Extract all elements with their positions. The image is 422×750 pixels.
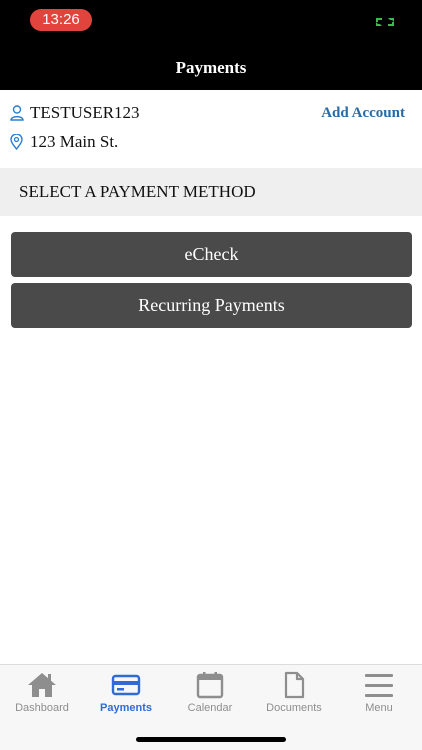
account-user-row: TESTUSER123 [10, 103, 140, 123]
tab-dashboard[interactable]: Dashboard [0, 671, 84, 725]
echeck-button[interactable]: eCheck [11, 232, 412, 277]
navigation-bar: Payments [0, 46, 422, 90]
tab-dashboard-label: Dashboard [15, 702, 69, 714]
section-header: SELECT A PAYMENT METHOD [0, 168, 422, 216]
location-pin-icon [10, 134, 23, 150]
add-account-button[interactable]: Add Account [321, 105, 405, 122]
credit-card-icon [111, 674, 141, 696]
section-title: SELECT A PAYMENT METHOD [19, 182, 256, 201]
document-icon [284, 671, 305, 699]
status-bar: 13:26 [0, 0, 422, 46]
tab-documents-label: Documents [266, 702, 322, 714]
screen-mirroring-icon [376, 18, 394, 26]
tab-menu[interactable]: Menu [337, 671, 421, 725]
home-icon [28, 673, 56, 697]
user-icon [10, 105, 24, 121]
home-indicator[interactable] [136, 737, 286, 742]
calendar-icon [196, 672, 224, 699]
tab-payments[interactable]: Payments [84, 671, 168, 725]
tab-calendar-label: Calendar [187, 702, 233, 714]
account-info: TESTUSER123 123 Main St. Add Account [0, 90, 422, 168]
account-address-row: 123 Main St. [10, 132, 118, 152]
tab-calendar[interactable]: Calendar [168, 671, 252, 725]
menu-icon [365, 674, 393, 697]
account-address: 123 Main St. [30, 132, 119, 151]
tab-documents[interactable]: Documents [252, 671, 336, 725]
tab-menu-label: Menu [365, 702, 393, 714]
tab-payments-label: Payments [100, 702, 152, 714]
recurring-payments-button[interactable]: Recurring Payments [11, 283, 412, 328]
page-title: Payments [175, 58, 247, 77]
account-username: TESTUSER123 [30, 103, 140, 122]
status-time: 13:26 [30, 9, 92, 31]
